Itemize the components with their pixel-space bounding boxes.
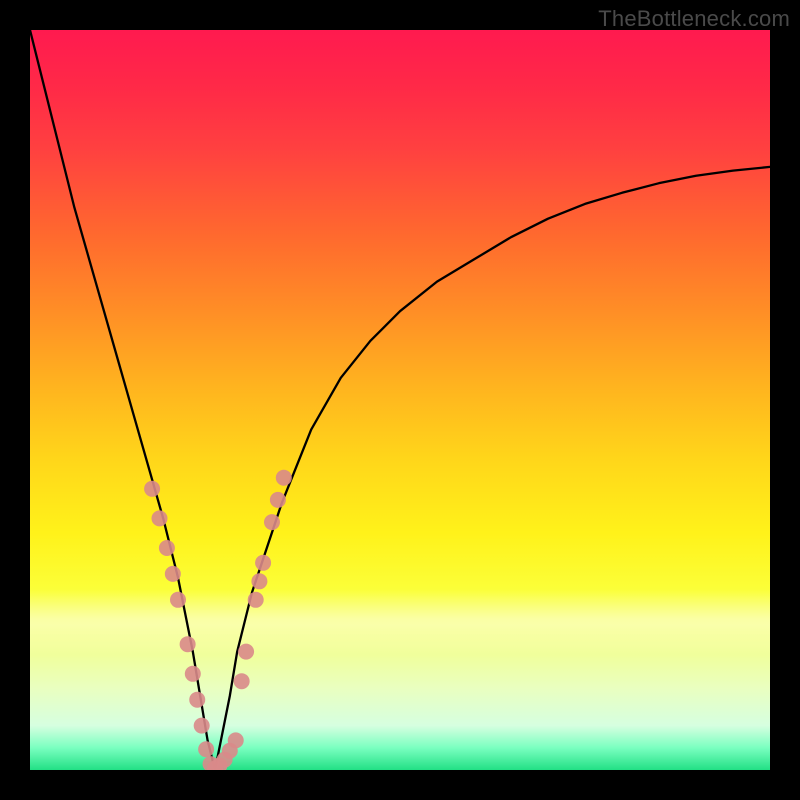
marker-dot	[217, 752, 233, 768]
marker-dot	[185, 666, 201, 682]
marker-dot	[203, 756, 219, 770]
marker-dot	[159, 540, 175, 556]
marker-dot	[152, 510, 168, 526]
marker-dot	[207, 761, 223, 770]
marker-dot	[238, 644, 254, 660]
marker-dot	[264, 514, 280, 530]
chart-stage: TheBottleneck.com	[0, 0, 800, 800]
marker-dot	[194, 718, 210, 734]
marker-dot	[222, 743, 238, 759]
chart-svg	[30, 30, 770, 770]
marker-dot	[228, 732, 244, 748]
marker-dot	[180, 636, 196, 652]
marker-dot	[165, 566, 181, 582]
marker-dot	[234, 673, 250, 689]
chart-plot-area	[30, 30, 770, 770]
marker-dot	[189, 692, 205, 708]
series-bottleneck-curve	[30, 30, 770, 770]
marker-dot	[255, 555, 271, 571]
marker-group-left-branch-cluster	[144, 481, 214, 757]
marker-dot	[144, 481, 160, 497]
marker-dot	[251, 573, 267, 589]
marker-dot	[198, 741, 214, 757]
marker-dot	[211, 758, 227, 770]
watermark-text: TheBottleneck.com	[598, 6, 790, 32]
marker-dot	[248, 592, 264, 608]
highlight-band	[30, 589, 770, 656]
marker-dot	[276, 470, 292, 486]
marker-group-valley-cluster	[203, 732, 244, 770]
marker-dot	[270, 492, 286, 508]
marker-dot	[170, 592, 186, 608]
marker-group-right-branch-cluster	[234, 470, 292, 690]
